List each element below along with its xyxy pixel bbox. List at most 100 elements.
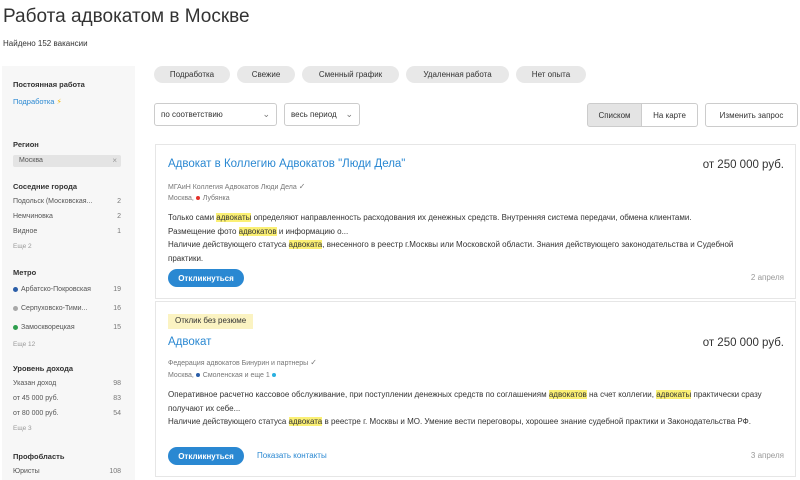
vacancy-card: Отклик без резюме Адвокат от 250 000 руб… [155,301,796,477]
filter-pill-noexp[interactable]: Нет опыта [516,66,586,83]
vacancy-description: Оперативное расчетно кассовое обслуживан… [168,388,768,429]
desc-text: определяют направленность расходования и… [251,213,692,222]
sb-item-label: от 80 000 руб. [13,410,59,417]
no-resume-badge: Отклик без резюме [168,314,254,329]
vacancy-title-link[interactable]: Адвокат [168,336,211,348]
location-city: Москва, [168,372,194,379]
sb-item-label: от 45 000 руб. [13,395,59,402]
sb-item-count: 16 [113,305,121,312]
location-city: Москва, [168,195,194,202]
chevron-down-icon: ⌄ [345,109,353,119]
sb-profarea-heading: Профобласть [13,452,65,461]
sb-metro-item[interactable]: Замоскворецкая 15 [13,318,121,337]
desc-highlight: адвокаты [656,390,692,399]
sb-item-count: 15 [113,324,121,331]
sort-select[interactable]: по соответствию ⌄ [154,103,277,126]
sb-profarea-item[interactable]: Юристы 108 [13,464,121,479]
view-map-button[interactable]: На карте [642,103,698,127]
location-metro: Лубянка [202,195,230,202]
desc-line: Наличие действующего статуса адвоката, в… [168,238,768,265]
desc-line: Наличие действующего статуса адвоката в … [168,415,768,429]
sb-item-label: Указан доход [13,380,57,387]
sb-item-label: Юристы [13,468,40,475]
sb-permanent-heading: Постоянная работа [13,80,85,89]
desc-text: и информацию о... [276,226,349,236]
sb-nearby-more[interactable]: Еще 2 [13,239,121,253]
vacancy-date: 2 апреля [750,273,784,282]
sb-item-count: 108 [109,468,121,475]
vacancy-location: Москва, Смоленская и еще 1 [168,372,279,379]
sb-item-count: 2 [117,213,121,220]
filter-pill-remote[interactable]: Удаленная работа [406,66,509,83]
sb-item-label: Видное [13,228,38,235]
company-name-link[interactable]: Федерация адвокатов Бинурин и партнеры [168,360,308,367]
sb-income-item[interactable]: Указан доход 98 [13,376,121,391]
sb-income-item[interactable]: от 80 000 руб. 54 [13,406,121,421]
sb-parttime-label: Подработка [13,97,55,106]
sb-item-label: Замоскворецкая [21,324,75,331]
vacancy-company: Федерация адвокатов Бинурин и партнеры ✓ [168,358,317,367]
sb-income-heading: Уровень дохода [13,364,74,373]
metro-line-dot [195,373,200,378]
period-select-value: весь период [291,110,337,119]
sb-region: Регион Москва × [13,140,121,167]
sb-metro: Метро Арбатско-Покровская 19 Серпуховско-… [13,268,121,351]
desc-text: Наличие действующего статуса [168,240,289,249]
respond-button[interactable]: Откликнуться [168,447,244,465]
check-icon: ✓ [298,182,306,191]
sb-nearby-item[interactable]: Подольск (Московская... 2 [13,194,121,209]
close-icon[interactable]: × [112,156,117,165]
sb-income: Уровень дохода Указан доход 98 от 45 000 … [13,364,121,435]
vacancy-company: МГАиН Коллегия Адвокатов Люди Дела ✓ [168,182,305,191]
sb-nearby: Соседние города Подольск (Московская... 2… [13,182,121,253]
filter-pill-parttime[interactable]: Подработка [154,66,230,83]
sb-item-count: 2 [117,198,121,205]
view-list-button[interactable]: Списком [587,103,642,127]
sb-item-label: Арбатско-Покровская [21,286,91,293]
sort-select-value: по соответствию [161,110,223,119]
desc-text: в реестре г. Москвы и МО. Умение вести п… [322,417,751,426]
sb-nearby-heading: Соседние города [13,182,77,191]
desc-text: Наличие действующего статуса [168,417,289,426]
sb-nearby-item[interactable]: Немчиновка 2 [13,209,121,224]
sb-item-label: Подольск (Московская... [13,198,93,205]
sb-item-label: Немчиновка [13,213,53,220]
page-title: Работа адвокатом в Москве [3,6,250,27]
sb-metro-item[interactable]: Серпуховско-Тими... 16 [13,299,121,318]
desc-highlight: адвоката [288,417,323,426]
vacancy-date: 3 апреля [750,451,784,460]
sb-permanent: Постоянная работа Подработка ⚡ [13,80,121,106]
period-select[interactable]: весь период ⌄ [284,103,360,126]
chevron-down-icon: ⌄ [262,109,270,119]
sb-income-item[interactable]: от 45 000 руб. 83 [13,391,121,406]
sb-profarea: Профобласть Юристы 108 [13,452,121,479]
company-name-link[interactable]: МГАиН Коллегия Адвокатов Люди Дела [168,184,297,191]
desc-line: Оперативное расчетно кассовое обслуживан… [168,388,768,415]
desc-highlight: адвокатов [238,226,277,236]
show-contacts-link[interactable]: Показать контакты [257,451,327,460]
change-query-button[interactable]: Изменить запрос [705,103,798,127]
vacancy-title-link[interactable]: Адвокат в Коллегию Адвокатов "Люди Дела" [168,158,405,170]
sb-item-count: 83 [113,395,121,402]
vacancy-salary: от 250 000 руб. [702,337,784,349]
sb-item-count: 54 [113,410,121,417]
desc-highlight: адвокаты [216,213,252,222]
desc-text: на счет коллегии, [586,390,657,399]
vacancy-card: Адвокат в Коллегию Адвокатов "Люди Дела"… [155,144,796,299]
sb-metro-item[interactable]: Арбатско-Покровская 19 [13,280,121,299]
metro-line-dot [13,324,18,330]
respond-button[interactable]: Откликнуться [168,269,244,287]
filter-pill-fresh[interactable]: Свежие [237,66,295,83]
sb-parttime-link[interactable]: Подработка ⚡ [13,97,121,106]
region-tag[interactable]: Москва × [13,155,121,167]
sb-income-more[interactable]: Еще 3 [13,421,121,435]
sb-region-heading: Регион [13,140,39,149]
desc-highlight: адвокатов [548,390,587,399]
desc-text: Только сами [168,213,217,222]
sb-nearby-item[interactable]: Видное 1 [13,224,121,239]
filter-pill-shift[interactable]: Сменный график [302,66,399,83]
desc-highlight: адвоката [288,240,323,249]
sb-metro-heading: Метро [13,268,37,277]
sb-metro-more[interactable]: Еще 12 [13,337,121,351]
check-icon: ✓ [310,358,317,367]
